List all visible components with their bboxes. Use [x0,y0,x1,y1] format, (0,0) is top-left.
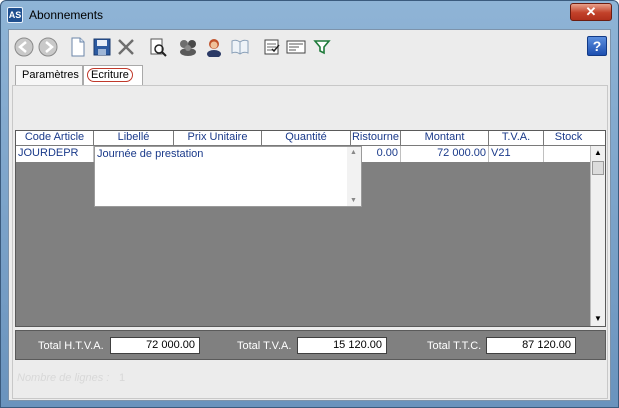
libelle-memo-text[interactable]: Journée de prestation [97,148,203,160]
new-document-icon [71,37,85,57]
forward-button[interactable] [37,36,59,58]
tab-label: Paramètres [22,69,79,81]
save-button[interactable] [91,36,113,58]
search-document-icon [150,38,167,57]
column-header-quantite[interactable]: Quantité [262,131,351,146]
scroll-down-icon[interactable]: ▼ [591,312,605,326]
line-count-label: Nombre de lignes : [17,372,110,384]
save-icon [93,38,111,56]
delete-button[interactable] [115,36,137,58]
title-bar[interactable]: AS Abonnements ✕ [1,1,618,29]
close-button[interactable]: ✕ [570,3,612,21]
forward-icon [38,37,58,57]
total-tva-field[interactable]: 15 120.00 [297,337,387,354]
total-ttc-label: Total T.T.C. [427,340,482,352]
total-htva-field[interactable]: 72 000.00 [110,337,200,354]
memo-scrollbar[interactable]: ▲ ▼ [347,147,361,206]
window-title: Abonnements [29,8,104,22]
grid-header: Code Article Libellé Prix Unitaire Quant… [16,131,594,146]
cell-code[interactable]: JOURDEPR [16,146,94,162]
column-header-libelle[interactable]: Libellé [94,131,174,146]
articles-grid: Code Article Libellé Prix Unitaire Quant… [15,130,606,327]
cell-tva[interactable]: V21 [489,146,544,162]
scroll-thumb[interactable] [592,161,604,175]
app-icon: AS [7,7,23,23]
line-count-value: 1 [119,372,126,384]
help-button[interactable]: ? [587,36,607,56]
delete-icon [118,39,134,55]
column-header-stock[interactable]: Stock [544,131,594,146]
memo-scroll-up-icon[interactable]: ▲ [350,149,357,156]
total-ttc-field[interactable]: 87 120.00 [486,337,576,354]
column-header-tva[interactable]: T.V.A. [489,131,544,146]
scroll-up-icon[interactable]: ▲ [591,146,605,160]
tab-ecriture[interactable]: Ecriture [83,65,143,85]
libelle-memo-editor[interactable]: Journée de prestation ▲ ▼ [94,146,362,207]
column-header-ristourne[interactable]: Ristourne [351,131,401,146]
total-tva-label: Total T.V.A. [237,340,292,352]
total-htva-label: Total H.T.V.A. [38,340,104,352]
user-button[interactable] [203,36,225,58]
users-group-button[interactable] [177,36,199,58]
card-button[interactable] [285,36,307,58]
book-button[interactable] [229,36,251,58]
toolbar: ? [9,30,612,62]
abonnements-window: AS Abonnements ✕ ? Paramètres Ecriture C… [0,0,619,408]
cell-montant[interactable]: 72 000.00 [401,146,489,162]
cell-stock[interactable] [544,146,594,162]
filter-button[interactable] [311,36,333,58]
user-icon [207,39,221,57]
memo-scroll-down-icon[interactable]: ▼ [350,197,357,204]
client-area: ? Paramètres Ecriture Code Article Libel… [8,29,611,401]
header-corner [590,131,605,146]
back-button[interactable] [13,36,35,58]
tab-label: Ecriture [87,68,133,82]
totals-bar: Total H.T.V.A. 72 000.00 Total T.V.A. 15… [15,330,606,360]
checklist-button[interactable] [261,36,283,58]
book-icon [231,39,249,55]
ecriture-panel: Code Article Libellé Prix Unitaire Quant… [12,85,608,399]
column-header-montant[interactable]: Montant [401,131,489,146]
grid-vertical-scrollbar[interactable]: ▲ ▼ [590,146,605,326]
back-icon [14,37,34,57]
card-icon [286,40,306,54]
tab-parametres[interactable]: Paramètres [15,65,83,85]
column-header-prix[interactable]: Prix Unitaire [174,131,262,146]
filter-icon [313,40,331,55]
checklist-icon [264,39,280,55]
users-group-icon [180,40,196,56]
new-document-button[interactable] [67,36,89,58]
search-document-button[interactable] [147,36,169,58]
column-header-code[interactable]: Code Article [16,131,94,146]
